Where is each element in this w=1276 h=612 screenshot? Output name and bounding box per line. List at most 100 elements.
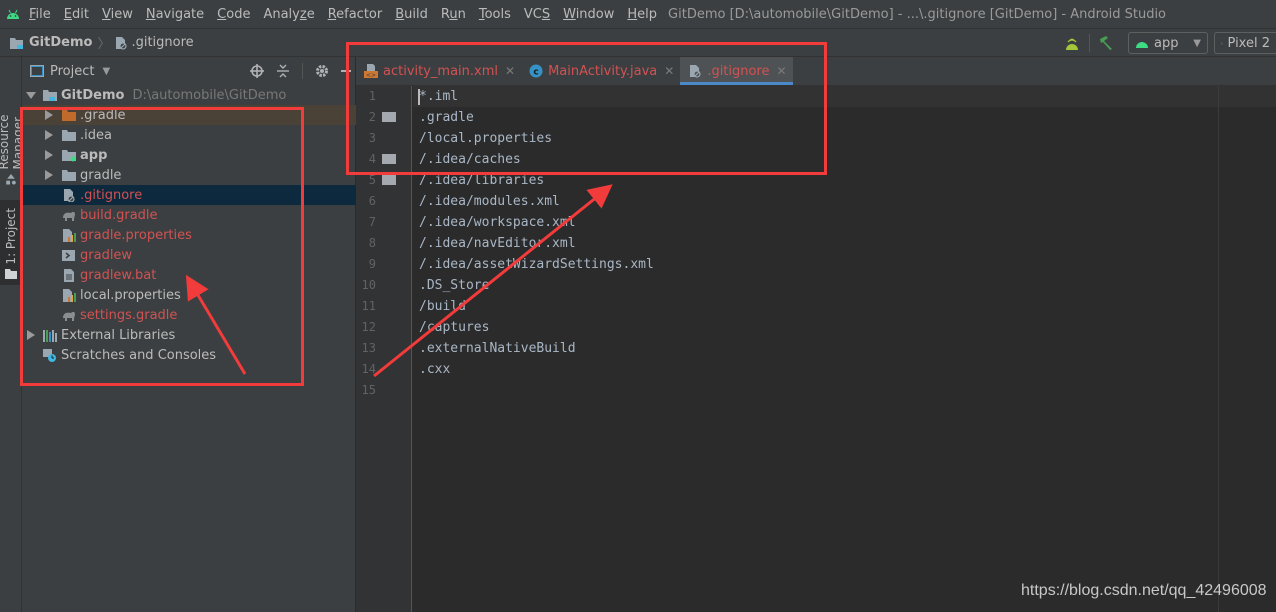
code-line[interactable]: .cxx — [419, 359, 450, 380]
close-tab-icon[interactable]: ✕ — [505, 64, 515, 78]
collapsed-arrow-icon[interactable] — [44, 170, 54, 180]
tree-item-label: gradlew — [80, 247, 133, 263]
android-studio-logo-icon — [7, 9, 19, 19]
menu-code[interactable]: Code — [217, 7, 250, 22]
tree-item-gradle[interactable]: gradle — [22, 165, 356, 185]
menu-analyze[interactable]: Analyze — [263, 7, 314, 22]
close-tab-icon[interactable]: ✕ — [664, 64, 674, 78]
gitignore-file-icon — [64, 188, 75, 202]
folder-icon — [62, 169, 76, 181]
tree-item-settings-gradle[interactable]: settings.gradle — [22, 305, 356, 325]
code-line[interactable]: *.iml — [419, 86, 458, 107]
root-path: D:\automobile\GitDemo — [132, 87, 287, 103]
android-device-wifi-icon[interactable] — [1063, 34, 1081, 52]
tree-scratches-consoles[interactable]: Scratches and Consoles — [22, 345, 356, 365]
gear-icon[interactable] — [315, 64, 329, 78]
line-number: 14 — [361, 362, 376, 376]
tree-item-label: gradle — [80, 167, 122, 183]
tree-item-label: gradlew.bat — [80, 267, 157, 283]
java-class-icon: c — [529, 64, 543, 78]
menu-help[interactable]: Help — [627, 7, 657, 22]
project-tool-label: 1: Project — [4, 208, 18, 265]
tree-item-dot-gradle[interactable]: .gradle — [22, 105, 356, 125]
code-line[interactable]: .DS_Store — [419, 275, 489, 296]
menu-edit[interactable]: Edit — [64, 7, 89, 22]
project-tool-tab[interactable]: 1: Project — [0, 200, 22, 285]
code-line[interactable]: /.idea/modules.xml — [419, 191, 560, 212]
collapsed-arrow-icon[interactable] — [44, 150, 54, 160]
line-number: 12 — [361, 320, 376, 334]
resource-manager-icon — [6, 173, 16, 185]
code-line[interactable]: /captures — [419, 317, 489, 338]
menu-vcs[interactable]: VCS — [524, 7, 550, 22]
code-line[interactable]: /.idea/caches — [419, 149, 521, 170]
menu-refactor[interactable]: Refactor — [328, 7, 383, 22]
chevron-down-icon[interactable]: ▼ — [102, 66, 110, 77]
menu-run[interactable]: Run — [441, 7, 466, 22]
menu-navigate[interactable]: Navigate — [146, 7, 204, 22]
menu-build[interactable]: Build — [395, 7, 428, 22]
shell-script-icon — [62, 249, 75, 261]
tree-item-build-gradle[interactable]: build.gradle — [22, 205, 356, 225]
code-line[interactable]: /.idea/libraries — [419, 170, 544, 191]
hide-panel-icon[interactable] — [341, 70, 351, 72]
left-tool-window-strip: Resource Manager 1: Project — [0, 57, 25, 612]
tree-item-app[interactable]: app — [22, 145, 356, 165]
tree-item-gradlew[interactable]: gradlew — [22, 245, 356, 265]
code-line[interactable]: /build — [419, 296, 466, 317]
code-line[interactable]: /.idea/assetWizardSettings.xml — [419, 254, 654, 275]
tree-item-dot-gitignore[interactable]: .gitignore — [22, 185, 356, 205]
device-dropdown[interactable]: Pixel 2 — [1214, 32, 1276, 54]
tab-label: .gitignore — [707, 63, 770, 79]
resource-manager-tab[interactable]: Resource Manager — [0, 63, 25, 185]
collapsed-arrow-icon[interactable] — [44, 110, 54, 120]
locate-target-icon[interactable] — [250, 64, 264, 78]
tab-activity-main-xml[interactable]: <> activity_main.xml ✕ — [356, 57, 521, 85]
tree-item-label: .idea — [80, 127, 112, 143]
tree-external-libraries[interactable]: External Libraries — [22, 325, 356, 345]
tree-item-gradlew-bat[interactable]: gradlew.bat — [22, 265, 356, 285]
menu-file[interactable]: File — [29, 7, 51, 22]
code-text-area[interactable]: *.iml .gradle/local.properties/.idea/cach… — [413, 86, 1276, 612]
tab-label: MainActivity.java — [548, 63, 658, 79]
tree-root-gitdemo[interactable]: GitDemo D:\automobile\GitDemo — [22, 85, 356, 105]
chevron-down-icon: ▼ — [1193, 37, 1201, 49]
breadcrumb: GitDemo 〉 .gitignore — [9, 33, 194, 52]
code-line[interactable]: .gradle — [419, 107, 474, 128]
tree-item-dot-idea[interactable]: .idea — [22, 125, 356, 145]
line-number: 6 — [368, 194, 376, 208]
build-hammer-icon[interactable] — [1098, 35, 1114, 51]
module-folder-icon — [62, 149, 76, 161]
menu-window[interactable]: Window — [563, 7, 614, 22]
menu-view[interactable]: View — [102, 7, 133, 22]
window-title: GitDemo [D:\automobile\GitDemo] - ...\.g… — [668, 6, 1167, 22]
code-line[interactable]: /local.properties — [419, 128, 552, 149]
tab-gitignore[interactable]: .gitignore ✕ — [680, 57, 793, 85]
collapsed-arrow-icon[interactable] — [44, 130, 54, 140]
menu-tools[interactable]: Tools — [479, 7, 511, 22]
breadcrumb-file[interactable]: .gitignore — [131, 35, 193, 50]
line-number-gutter: 1 2 3 4 5 6 7 8 9 10 11 12 13 14 15 — [356, 86, 412, 612]
line-number: 1 — [368, 89, 376, 103]
line-number: 4 — [368, 152, 376, 166]
breadcrumb-project[interactable]: GitDemo — [29, 35, 92, 50]
close-tab-icon[interactable]: ✕ — [777, 64, 787, 78]
tree-item-local-properties[interactable]: local.properties — [22, 285, 356, 305]
expanded-arrow-icon[interactable] — [26, 90, 36, 100]
tree-item-label: build.gradle — [80, 207, 158, 223]
tab-label: activity_main.xml — [383, 63, 499, 79]
code-line[interactable]: /.idea/workspace.xml — [419, 212, 576, 233]
collapsed-arrow-icon[interactable] — [26, 330, 36, 340]
collapse-all-icon[interactable] — [276, 64, 290, 78]
code-line[interactable]: /.idea/navEditor.xml — [419, 233, 576, 254]
tree-item-gradle-properties[interactable]: gradle.properties — [22, 225, 356, 245]
project-view-icon — [30, 65, 44, 77]
toolbar-divider — [1089, 34, 1090, 52]
line-number: 10 — [361, 278, 376, 292]
code-line[interactable]: .externalNativeBuild — [419, 338, 576, 359]
run-configuration-dropdown[interactable]: app ▼ — [1128, 32, 1208, 54]
folder-icon — [62, 129, 76, 141]
scratches-label: Scratches and Consoles — [61, 347, 217, 363]
project-view-selector[interactable]: Project — [50, 64, 94, 79]
tab-main-activity-java[interactable]: c MainActivity.java ✕ — [521, 57, 680, 85]
